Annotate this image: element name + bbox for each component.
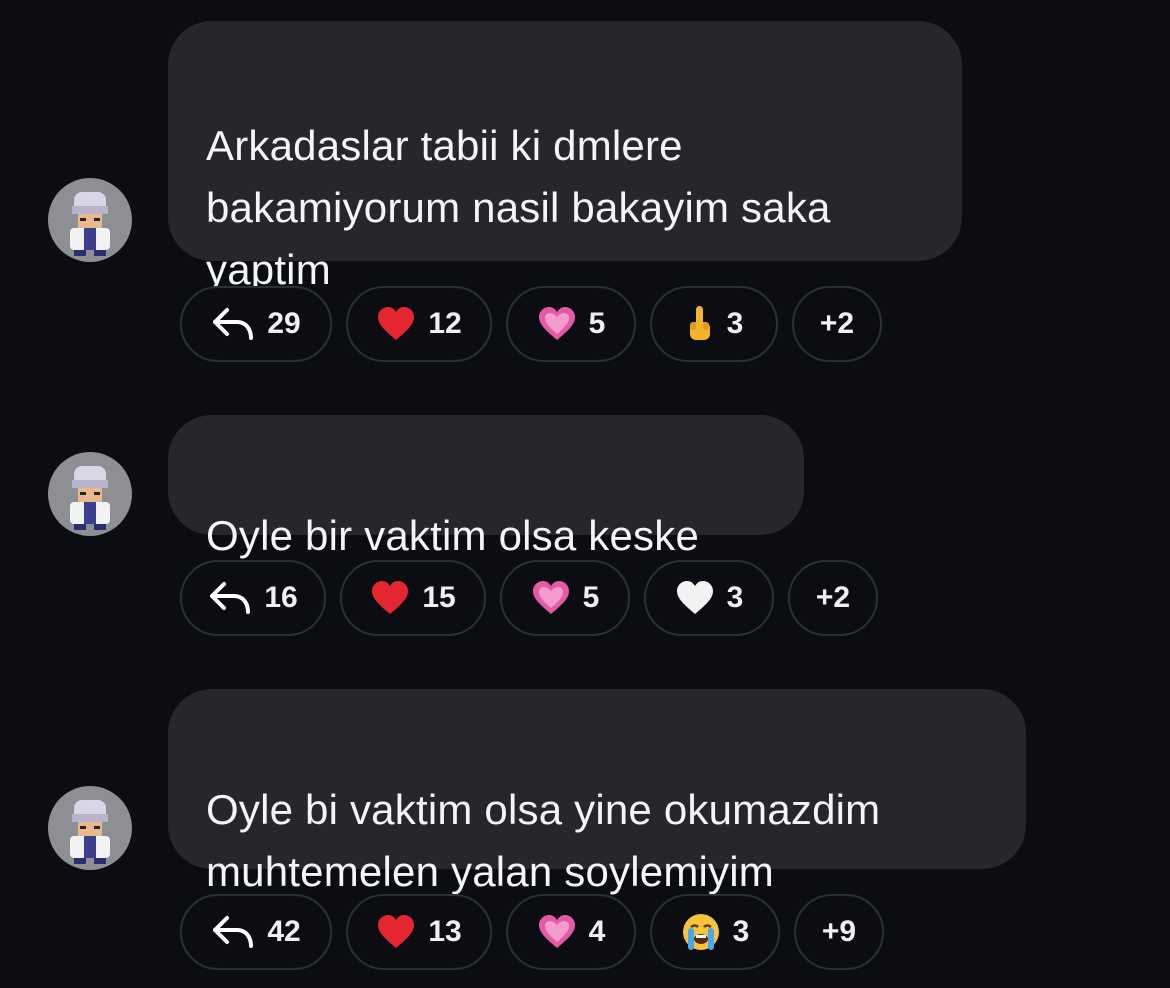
more-reactions-button[interactable]: +9: [794, 894, 884, 970]
reaction-bar: 42 13 4 3 +9: [180, 894, 884, 974]
reaction-red-heart[interactable]: 13: [346, 894, 492, 970]
reaction-bar: 29 12 5 3 +2: [180, 286, 882, 366]
reply-count-button[interactable]: 29: [180, 286, 332, 362]
reply-arrow-icon: [213, 916, 254, 948]
white-heart-icon: [676, 581, 713, 614]
pink-heart-icon: [538, 307, 575, 340]
avatar-character-icon: [70, 466, 110, 530]
red-heart-icon: [372, 581, 409, 614]
avatar[interactable]: [48, 786, 132, 870]
avatar-character-icon: [70, 192, 110, 256]
chat-thread: Arkadaslar tabii ki dmlere bakamiyorum n…: [0, 0, 1170, 988]
reaction-red-heart[interactable]: 12: [346, 286, 492, 362]
reaction-middle-finger[interactable]: 3: [650, 286, 778, 362]
more-reactions-button[interactable]: +2: [792, 286, 882, 362]
reaction-pink-heart[interactable]: 5: [500, 560, 630, 636]
avatar-character-icon: [70, 800, 110, 864]
reply-arrow-icon: [210, 582, 251, 614]
red-heart-icon: [378, 307, 415, 340]
reaction-red-heart[interactable]: 15: [340, 560, 486, 636]
reaction-pink-heart[interactable]: 5: [506, 286, 636, 362]
reaction-pink-heart[interactable]: 4: [506, 894, 636, 970]
middle-finger-icon: [689, 306, 710, 340]
message-text: Oyle bir vaktim olsa keske: [206, 512, 700, 559]
more-reactions-button[interactable]: +2: [788, 560, 878, 636]
message-bubble[interactable]: Oyle bi vaktim olsa yine okumazdim muhte…: [168, 689, 1026, 895]
message-text: Arkadaslar tabii ki dmlere bakamiyorum n…: [206, 122, 831, 293]
message-text: Oyle bi vaktim olsa yine okumazdim muhte…: [206, 786, 881, 895]
reply-count-button[interactable]: 42: [180, 894, 332, 970]
reaction-crying-face[interactable]: 3: [650, 894, 780, 970]
message-bubble[interactable]: Oyle bir vaktim olsa keske: [168, 415, 804, 559]
reaction-bar: 16 15 5 3 +2: [180, 560, 878, 640]
message-bubble[interactable]: Arkadaslar tabii ki dmlere bakamiyorum n…: [168, 21, 962, 293]
avatar[interactable]: [48, 178, 132, 262]
red-heart-icon: [378, 915, 415, 948]
reaction-white-heart[interactable]: 3: [644, 560, 774, 636]
avatar[interactable]: [48, 452, 132, 536]
reply-count-button[interactable]: 16: [180, 560, 326, 636]
pink-heart-icon: [538, 915, 575, 948]
pink-heart-icon: [532, 581, 569, 614]
crying-face-icon: [682, 914, 719, 950]
reply-arrow-icon: [213, 308, 254, 340]
